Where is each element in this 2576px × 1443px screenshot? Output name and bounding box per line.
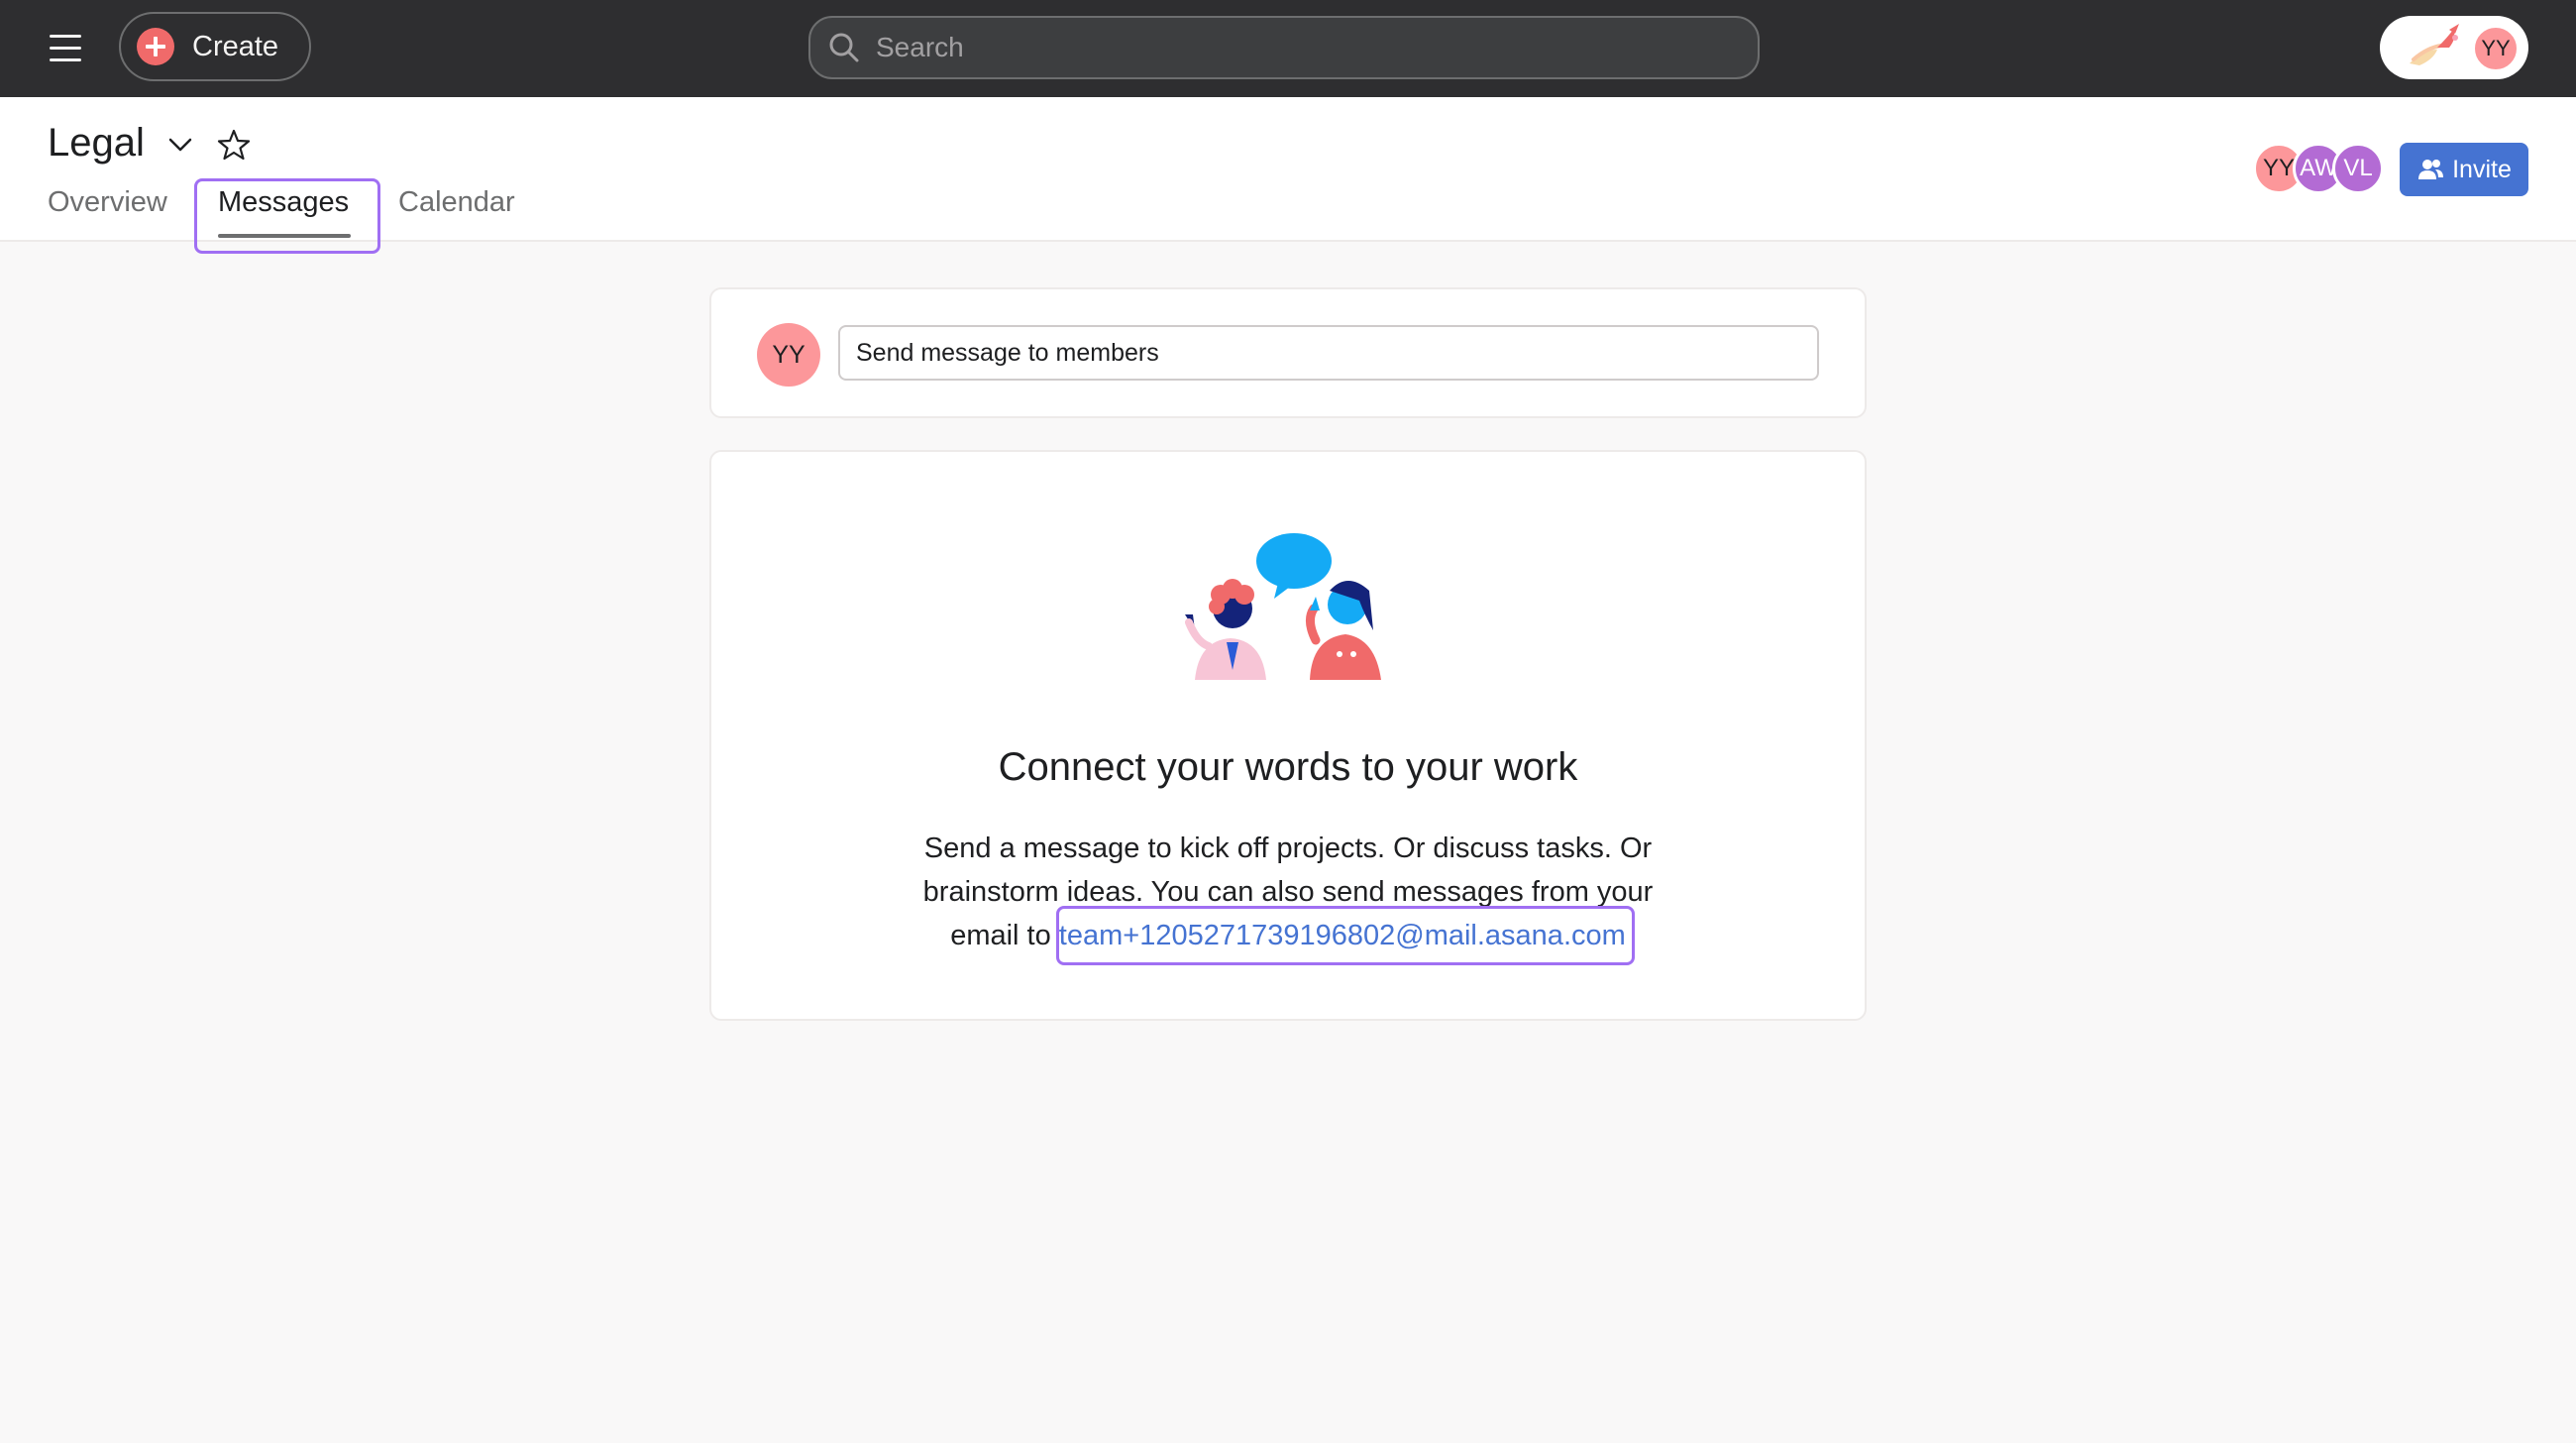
account-menu[interactable]: YY [2380, 16, 2528, 79]
create-button-label: Create [192, 30, 279, 62]
member-avatar[interactable]: VL [2332, 143, 2384, 194]
search-icon [829, 33, 859, 62]
top-bar: Create YY [0, 0, 2576, 97]
create-button[interactable]: Create [119, 12, 311, 81]
conversation-illustration [1185, 533, 1381, 680]
message-composer: YY [709, 287, 1867, 418]
tab-calendar[interactable]: Calendar [398, 186, 515, 219]
search-input[interactable] [876, 32, 1758, 63]
message-input[interactable] [838, 325, 1819, 381]
active-tab-indicator [218, 234, 351, 238]
invite-button-label: Invite [2452, 155, 2512, 183]
plus-icon [137, 28, 174, 65]
star-icon[interactable] [216, 127, 252, 163]
team-email-link[interactable]: team+1205271739196802@mail.asana.com [1059, 920, 1626, 951]
add-user-icon [2418, 160, 2444, 179]
tab-overview[interactable]: Overview [48, 186, 167, 219]
user-avatar: YY [2473, 26, 2519, 71]
invite-button[interactable]: Invite [2400, 143, 2528, 196]
messages-empty-state: Connect your words to your work Send a m… [709, 450, 1867, 1021]
search-bar[interactable] [808, 16, 1760, 79]
tab-messages[interactable]: Messages [218, 186, 349, 219]
avatar: YY [757, 323, 820, 387]
celebration-unicorn-icon [2410, 24, 2459, 65]
menu-icon[interactable] [48, 32, 87, 65]
project-header: Legal Overview Messages Calendar [0, 97, 2576, 242]
empty-state-description: Send a message to kick off projects. Or … [904, 827, 1672, 957]
chevron-down-icon[interactable] [162, 127, 198, 163]
project-members[interactable]: YY AW VL [2253, 143, 2384, 194]
project-title: Legal [48, 121, 145, 165]
empty-state-heading: Connect your words to your work [998, 745, 1578, 789]
